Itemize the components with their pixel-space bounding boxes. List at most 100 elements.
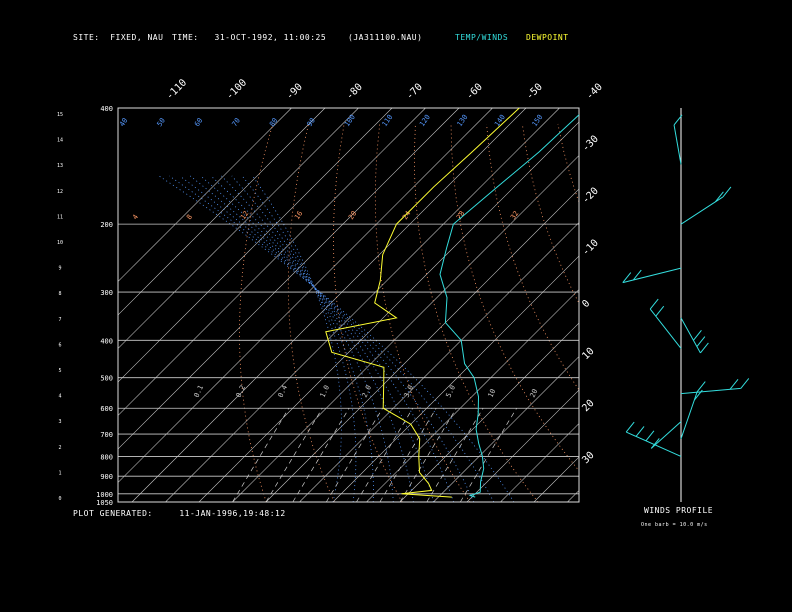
moist-adiabat-label: 110 bbox=[381, 113, 395, 128]
isotherm-line bbox=[533, 456, 579, 502]
wind-barb bbox=[680, 387, 741, 395]
wind-barb-flag bbox=[696, 336, 706, 347]
height-tick-label: 2 bbox=[58, 445, 61, 451]
height-tick-label: 11 bbox=[57, 214, 63, 220]
dry-adiabat-label: 12 bbox=[239, 210, 250, 222]
wind-barb bbox=[680, 391, 698, 439]
isotherm-line bbox=[118, 108, 359, 349]
isotherm-top-label: -90 bbox=[284, 82, 305, 103]
isotherm-top-label: -50 bbox=[524, 82, 545, 103]
dry-adiabat-label: 8 bbox=[185, 213, 194, 221]
isotherm-top-label: -110 bbox=[164, 77, 189, 102]
dry-adiabat-label: 20 bbox=[347, 210, 358, 222]
isotherm-top-label: -60 bbox=[464, 82, 485, 103]
wind-barb bbox=[673, 124, 682, 165]
height-tick-label: 4 bbox=[58, 394, 61, 400]
isotherm-line bbox=[265, 188, 579, 502]
isotherm-line bbox=[601, 108, 792, 502]
isotherm-line bbox=[118, 108, 460, 450]
moist-adiabat-label: 130 bbox=[456, 113, 470, 128]
isotherm-top-label: -40 bbox=[584, 82, 605, 103]
isotherm-line bbox=[118, 108, 292, 282]
moist-adiabat-label: 60 bbox=[193, 117, 204, 129]
pressure-tick-label: 400 bbox=[100, 337, 113, 345]
pressure-tick-label: 1050 bbox=[96, 499, 113, 507]
isotherm-line bbox=[118, 108, 326, 316]
moist-adiabat-label: 120 bbox=[418, 113, 432, 128]
isotherm-right-label: -20 bbox=[580, 186, 601, 207]
height-tick-label: 3 bbox=[58, 419, 61, 425]
height-tick-label: 14 bbox=[57, 138, 63, 144]
isotherm-line bbox=[332, 255, 579, 502]
moist-adiabat-label: 40 bbox=[118, 117, 129, 129]
wind-barb-flag bbox=[722, 186, 732, 198]
isotherm-line bbox=[466, 389, 579, 502]
plot-frame bbox=[117, 107, 580, 503]
isotherm-line bbox=[399, 322, 579, 502]
isotherm-line bbox=[165, 108, 560, 502]
moist-adiabat-label: 80 bbox=[268, 117, 279, 129]
moist-adiabat bbox=[241, 175, 357, 502]
isotherm-line bbox=[118, 108, 493, 483]
mixing-ratio-label: 1.0 bbox=[319, 384, 332, 399]
height-tick-label: 9 bbox=[58, 266, 61, 272]
dry-adiabat-label: 28 bbox=[455, 210, 466, 222]
wind-barb bbox=[622, 267, 682, 284]
dry-adiabat-label: 32 bbox=[509, 210, 520, 222]
pressure-tick-label: 600 bbox=[100, 405, 113, 413]
pressure-tick-label: 900 bbox=[100, 473, 113, 481]
isotherm-line bbox=[500, 423, 579, 502]
isotherm-right-label: 0 bbox=[580, 298, 592, 310]
isotherm-line bbox=[567, 490, 579, 502]
dry-adiabat bbox=[557, 123, 579, 204]
height-tick-label: 7 bbox=[58, 317, 61, 323]
height-tick-label: 0 bbox=[58, 496, 61, 502]
height-tick-label: 6 bbox=[58, 342, 61, 348]
pressure-tick-label: 300 bbox=[100, 289, 113, 297]
wind-barb-flag bbox=[649, 298, 659, 310]
mixing-ratio-line bbox=[426, 408, 484, 502]
moist-adiabat-label: 50 bbox=[156, 117, 167, 129]
dry-adiabat bbox=[486, 123, 579, 391]
pressure-tick-label: 1000 bbox=[96, 491, 113, 499]
mixing-ratio-line bbox=[292, 408, 350, 502]
moist-adiabat-label: 150 bbox=[531, 113, 545, 128]
skewt-chart: 4002003004005006007008009001000105015141… bbox=[57, 77, 792, 507]
pressure-tick-label: 400 bbox=[100, 105, 113, 113]
dry-adiabat bbox=[413, 123, 539, 502]
height-tick-label: 8 bbox=[58, 291, 61, 297]
moist-adiabat-label: 100 bbox=[343, 113, 357, 128]
dry-adiabat bbox=[665, 124, 792, 502]
wind-barb-flag bbox=[700, 342, 709, 354]
isotherm-top-label: -70 bbox=[404, 82, 425, 103]
wind-barb-flag bbox=[696, 381, 706, 392]
wind-barb-flag bbox=[635, 426, 645, 437]
height-tick-label: 13 bbox=[57, 163, 63, 169]
pressure-tick-label: 200 bbox=[100, 221, 113, 229]
mixing-ratio-line bbox=[325, 408, 383, 502]
dry-adiabat bbox=[287, 123, 335, 502]
pressure-tick-label: 500 bbox=[100, 375, 113, 383]
dry-adiabat-label: 16 bbox=[293, 210, 304, 222]
wind-barb-flag bbox=[729, 379, 739, 390]
temperature-profile-line bbox=[439, 114, 579, 498]
isotherm-right-label: 30 bbox=[580, 450, 596, 466]
isotherm-line bbox=[232, 155, 579, 502]
isotherm-line bbox=[433, 356, 579, 502]
wind-barb-flag bbox=[645, 430, 655, 442]
dry-adiabat bbox=[333, 123, 403, 502]
moist-adiabat bbox=[200, 175, 434, 502]
mixing-ratio-label: 20 bbox=[529, 388, 540, 399]
isotherm-right-label: 10 bbox=[580, 346, 596, 362]
isotherm-right-label: -30 bbox=[580, 134, 601, 155]
moist-adiabat bbox=[221, 175, 394, 502]
wind-barb-flag bbox=[625, 421, 635, 433]
isotherm-line bbox=[198, 121, 579, 502]
wind-barb bbox=[650, 421, 682, 449]
mixing-ratio-label: 5.0 bbox=[445, 384, 458, 399]
isotherm-line bbox=[118, 108, 426, 416]
wind-barb-flag bbox=[655, 305, 665, 317]
moist-adiabat-label: 90 bbox=[306, 117, 317, 129]
isotherm-line bbox=[366, 289, 579, 502]
mixing-ratio-label: 3.0 bbox=[403, 384, 416, 399]
